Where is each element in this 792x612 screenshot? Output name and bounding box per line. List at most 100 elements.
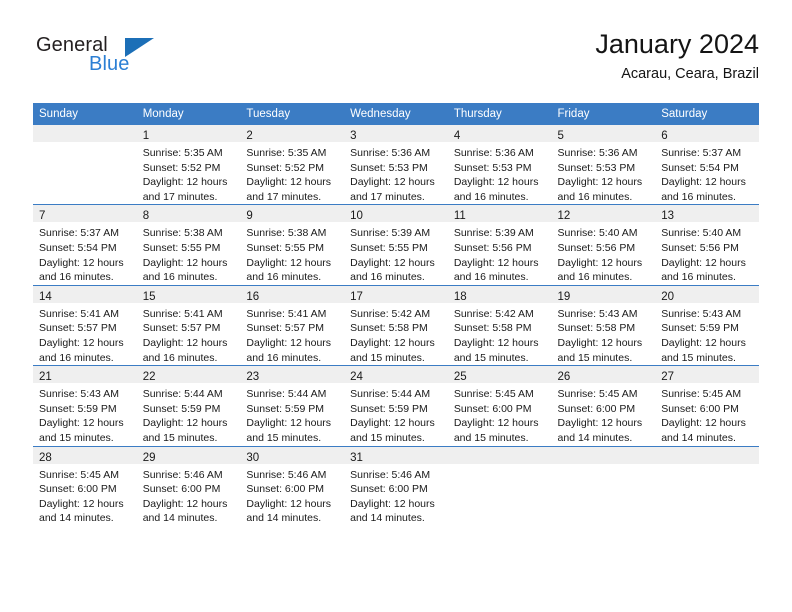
day-number: 4 — [453, 130, 461, 142]
day-detail-line: Sunset: 5:57 PM — [39, 322, 117, 335]
day-detail-line: and 17 minutes. — [246, 190, 322, 203]
day-detail-line: Daylight: 12 hours — [350, 336, 435, 349]
day-number-band: 1 — [136, 125, 241, 142]
calendar-day-cell[interactable]: 3 Sunrise: 5:36 AM Sunset: 5:53 PM Daylight… — [344, 125, 448, 205]
calendar-day-cell[interactable]: 25 Sunrise: 5:45 AM Sunset: 6:00 PM Dayligh… — [447, 365, 552, 446]
calendar-day-cell[interactable]: 20 Sunrise: 5:43 AM Sunset: 5:59 PM Dayligh… — [655, 284, 759, 366]
day-detail-line: Sunrise: 5:45 AM — [39, 468, 119, 481]
day-detail-line: Daylight: 12 hours — [453, 176, 539, 189]
calendar-day-cell[interactable]: 14 Sunrise: 5:41 AM Sunset: 5:57 PM Dayligh… — [33, 284, 137, 366]
calendar-day-cell[interactable]: 15 Sunrise: 5:41 AM Sunset: 5:57 PM Dayligh… — [136, 284, 241, 366]
day-number: 21 — [39, 371, 52, 384]
day-detail-line: Sunset: 5:57 PM — [246, 322, 325, 335]
day-detail-line: Daylight: 12 hours — [142, 176, 228, 189]
day-detail-block — [655, 464, 759, 468]
day-number-band: 10 — [344, 205, 448, 223]
day-detail-block: Sunrise: 5:44 AM Sunset: 5:59 PM Daylight:… — [137, 383, 241, 445]
day-number-band: 19 — [551, 285, 656, 303]
day-detail-block: Sunrise: 5:45 AM Sunset: 6:00 PM Daylight:… — [33, 464, 137, 526]
day-detail-block: Sunrise: 5:43 AM Sunset: 5:59 PM Daylight:… — [655, 303, 759, 365]
day-detail-block: Sunrise: 5:44 AM Sunset: 5:59 PM Daylight:… — [240, 383, 344, 445]
calendar-day-cell[interactable]: 1 Sunrise: 5:35 AM Sunset: 5:52 PM Daylight… — [136, 125, 241, 205]
day-detail-line: Sunrise: 5:45 AM — [557, 388, 638, 401]
day-detail-line: and 14 minutes. — [557, 431, 633, 444]
day-detail-line: Sunset: 5:52 PM — [142, 161, 221, 174]
day-number-band: 23 — [240, 366, 345, 384]
day-detail-line: and 17 minutes. — [142, 190, 218, 203]
day-detail-line: and 16 minutes. — [142, 271, 218, 284]
day-detail-line: Sunrise: 5:35 AM — [246, 147, 327, 159]
day-number: 13 — [661, 210, 675, 223]
calendar-day-cell[interactable]: 24 Sunrise: 5:44 AM Sunset: 5:59 PM Dayligh… — [344, 365, 448, 446]
day-detail-line: Sunset: 6:00 PM — [246, 483, 325, 496]
day-detail-line: and 16 minutes. — [246, 351, 322, 364]
day-detail-block: Sunrise: 5:39 AM Sunset: 5:56 PM Daylight:… — [448, 222, 552, 284]
calendar-day-cell[interactable]: 22 Sunrise: 5:44 AM Sunset: 5:59 PM Dayligh… — [136, 365, 241, 446]
day-detail-line: and 14 minutes. — [661, 431, 736, 444]
brand-logo[interactable]: General Blue — [33, 34, 233, 84]
weekday-header-wednesday: Wednesday — [344, 103, 448, 125]
day-detail-line: Sunrise: 5:42 AM — [453, 307, 534, 320]
day-detail-line: Sunrise: 5:41 AM — [246, 307, 327, 320]
calendar-day-cell[interactable]: 12 Sunrise: 5:40 AM Sunset: 5:56 PM Dayligh… — [551, 204, 656, 286]
day-detail-block: Sunrise: 5:36 AM Sunset: 5:53 PM Daylight:… — [344, 142, 448, 204]
calendar-day-cell[interactable]: 9 Sunrise: 5:38 AM Sunset: 5:55 PM Daylight… — [240, 204, 345, 286]
calendar-day-cell[interactable]: 29 Sunrise: 5:46 AM Sunset: 6:00 PM Dayligh… — [136, 445, 241, 526]
calendar-day-cell[interactable]: 5 Sunrise: 5:36 AM Sunset: 5:53 PM Daylight… — [551, 125, 656, 205]
day-detail-line: Sunrise: 5:41 AM — [142, 307, 223, 320]
day-detail-line: Daylight: 12 hours — [142, 256, 228, 269]
calendar-day-cell[interactable]: 7 Sunrise: 5:37 AM Sunset: 5:54 PM Daylight… — [33, 204, 137, 286]
calendar-day-cell[interactable]: 21 Sunrise: 5:43 AM Sunset: 5:59 PM Dayligh… — [33, 365, 137, 446]
day-detail-line: Sunrise: 5:42 AM — [350, 307, 431, 320]
calendar-day-cell[interactable]: 26 Sunrise: 5:45 AM Sunset: 6:00 PM Dayligh… — [551, 365, 656, 446]
calendar-day-cell[interactable]: 17 Sunrise: 5:42 AM Sunset: 5:58 PM Dayligh… — [344, 284, 448, 366]
calendar-day-cell[interactable]: 31 Sunrise: 5:46 AM Sunset: 6:00 PM Dayligh… — [344, 445, 448, 526]
day-detail-line: and 17 minutes. — [350, 190, 425, 203]
day-detail-line: Sunset: 5:55 PM — [246, 241, 325, 254]
day-detail-line: Sunset: 6:00 PM — [661, 402, 739, 415]
calendar-day-cell[interactable]: 6 Sunrise: 5:37 AM Sunset: 5:54 PM Daylight… — [655, 125, 759, 205]
day-detail-line: Sunset: 6:00 PM — [39, 483, 117, 496]
day-number: 2 — [246, 130, 253, 142]
day-detail-line: Sunset: 6:00 PM — [557, 402, 636, 415]
calendar-day-cell[interactable]: 4 Sunrise: 5:36 AM Sunset: 5:53 PM Daylight… — [447, 125, 552, 205]
calendar-day-cell-empty — [655, 445, 759, 526]
day-number: 19 — [557, 290, 571, 303]
calendar-day-cell[interactable]: 13 Sunrise: 5:40 AM Sunset: 5:56 PM Dayligh… — [655, 204, 759, 286]
calendar-day-cell[interactable]: 30 Sunrise: 5:46 AM Sunset: 6:00 PM Dayligh… — [240, 445, 345, 526]
calendar-day-cell[interactable]: 28 Sunrise: 5:45 AM Sunset: 6:00 PM Dayligh… — [33, 445, 137, 526]
day-detail-line: Sunrise: 5:44 AM — [350, 388, 431, 401]
day-detail-line: and 14 minutes. — [39, 512, 114, 525]
day-detail-line: Sunrise: 5:35 AM — [142, 147, 223, 159]
day-number: 9 — [246, 210, 253, 223]
calendar-day-cell[interactable]: 2 Sunrise: 5:35 AM Sunset: 5:52 PM Daylight… — [240, 125, 345, 205]
day-detail-block: Sunrise: 5:38 AM Sunset: 5:55 PM Daylight:… — [137, 222, 241, 284]
day-detail-line: Daylight: 12 hours — [661, 256, 746, 269]
day-detail-line: and 16 minutes. — [246, 271, 322, 284]
day-detail-block: Sunrise: 5:46 AM Sunset: 6:00 PM Daylight:… — [344, 464, 448, 526]
calendar-day-cell[interactable]: 16 Sunrise: 5:41 AM Sunset: 5:57 PM Dayligh… — [240, 284, 345, 366]
day-detail-line: Sunrise: 5:46 AM — [142, 468, 223, 481]
day-detail-line: Sunrise: 5:36 AM — [453, 147, 534, 159]
calendar-day-cell[interactable]: 27 Sunrise: 5:45 AM Sunset: 6:00 PM Dayligh… — [655, 365, 759, 446]
day-detail-line: Daylight: 12 hours — [661, 417, 746, 430]
day-number: 23 — [246, 371, 260, 384]
calendar-day-cell[interactable]: 11 Sunrise: 5:39 AM Sunset: 5:56 PM Dayligh… — [447, 204, 552, 286]
calendar-day-cell[interactable]: 8 Sunrise: 5:38 AM Sunset: 5:55 PM Daylight… — [136, 204, 241, 286]
day-detail-line: Sunset: 5:54 PM — [39, 241, 117, 254]
day-detail-line: Sunrise: 5:43 AM — [661, 307, 742, 320]
day-detail-line: Sunrise: 5:39 AM — [350, 227, 431, 240]
day-detail-line: Daylight: 12 hours — [246, 336, 332, 349]
day-number: 11 — [453, 210, 466, 223]
day-number-band: 27 — [655, 366, 759, 384]
calendar-day-cell[interactable]: 10 Sunrise: 5:39 AM Sunset: 5:55 PM Dayligh… — [344, 204, 448, 286]
day-detail-line: and 14 minutes. — [142, 512, 218, 525]
day-number: 22 — [142, 371, 156, 384]
calendar-day-cell[interactable]: 23 Sunrise: 5:44 AM Sunset: 5:59 PM Dayligh… — [240, 365, 345, 446]
day-detail-block: Sunrise: 5:35 AM Sunset: 5:52 PM Daylight:… — [137, 142, 241, 204]
page-header: General Blue January 2024 Acarau, Ceara,… — [33, 28, 759, 90]
calendar-body: 1 Sunrise: 5:35 AM Sunset: 5:52 PM Daylight… — [33, 125, 759, 526]
day-detail-line: Sunrise: 5:40 AM — [661, 227, 742, 240]
calendar-day-cell[interactable]: 19 Sunrise: 5:43 AM Sunset: 5:58 PM Dayligh… — [551, 284, 656, 366]
calendar-day-cell[interactable]: 18 Sunrise: 5:42 AM Sunset: 5:58 PM Dayligh… — [447, 284, 552, 366]
